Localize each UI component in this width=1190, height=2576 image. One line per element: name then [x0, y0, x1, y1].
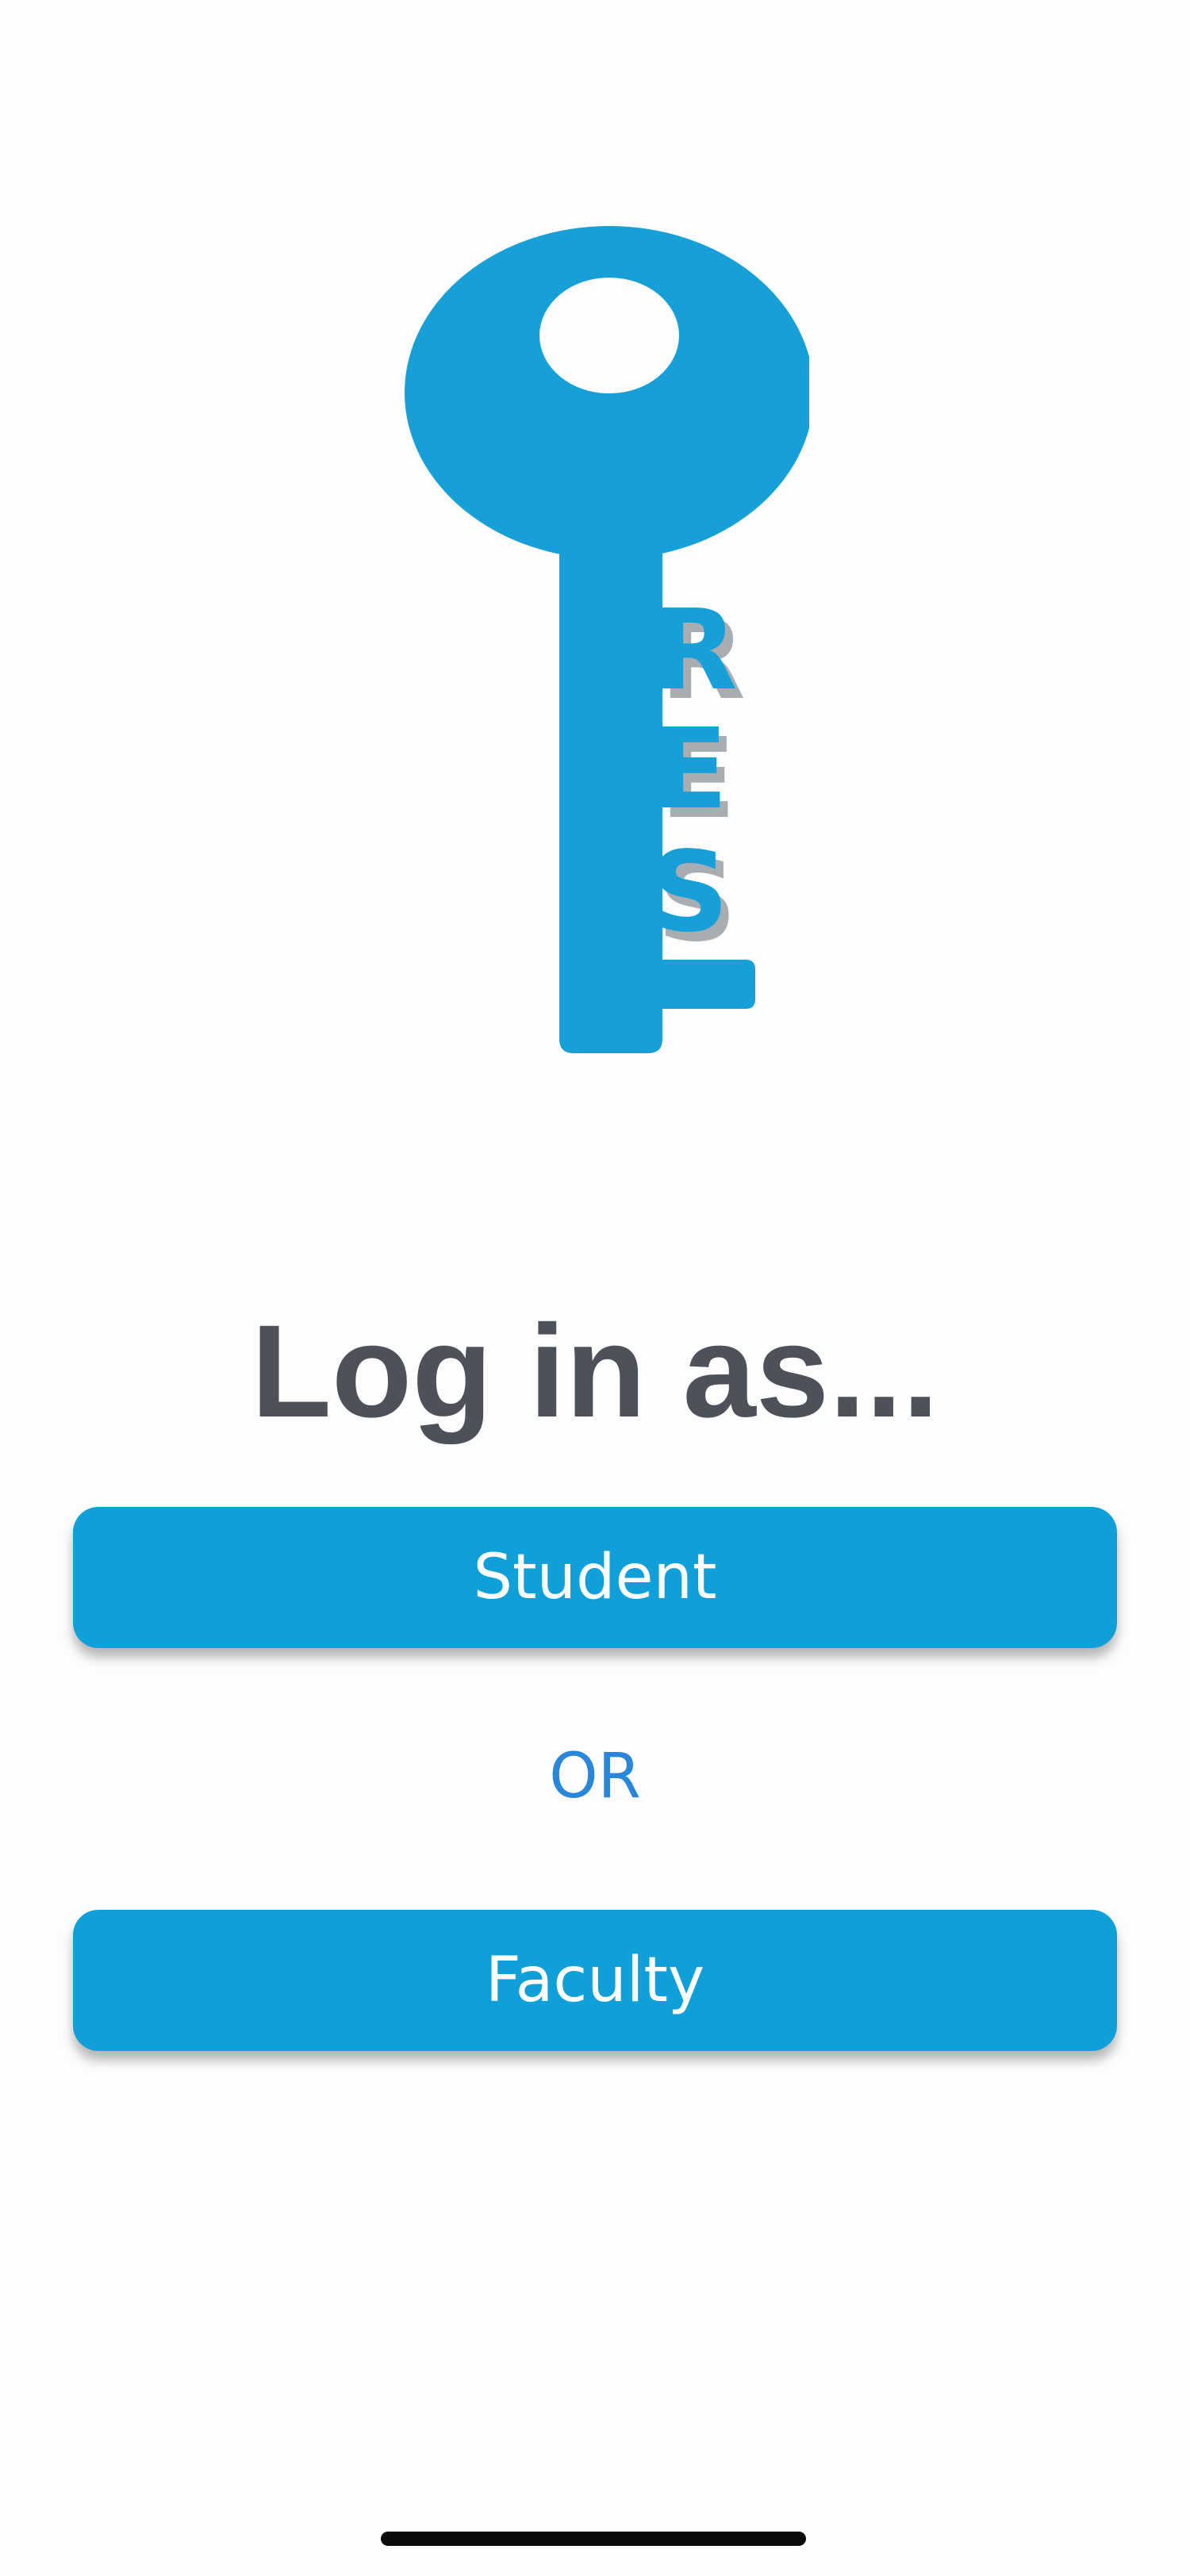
student-button[interactable]: Student — [73, 1507, 1117, 1648]
home-indicator[interactable] — [381, 2532, 806, 2546]
or-separator: OR — [549, 1741, 641, 1812]
key-letter-r: R — [652, 586, 738, 715]
rest-key-logo: R E S R E S — [397, 222, 809, 1063]
key-letter-s: S — [649, 828, 729, 957]
login-heading: Log in as... — [251, 1298, 939, 1445]
key-icon: R E S R E S — [405, 226, 809, 1053]
key-letter-e: E — [652, 705, 728, 834]
faculty-button[interactable]: Faculty — [73, 1910, 1117, 2051]
